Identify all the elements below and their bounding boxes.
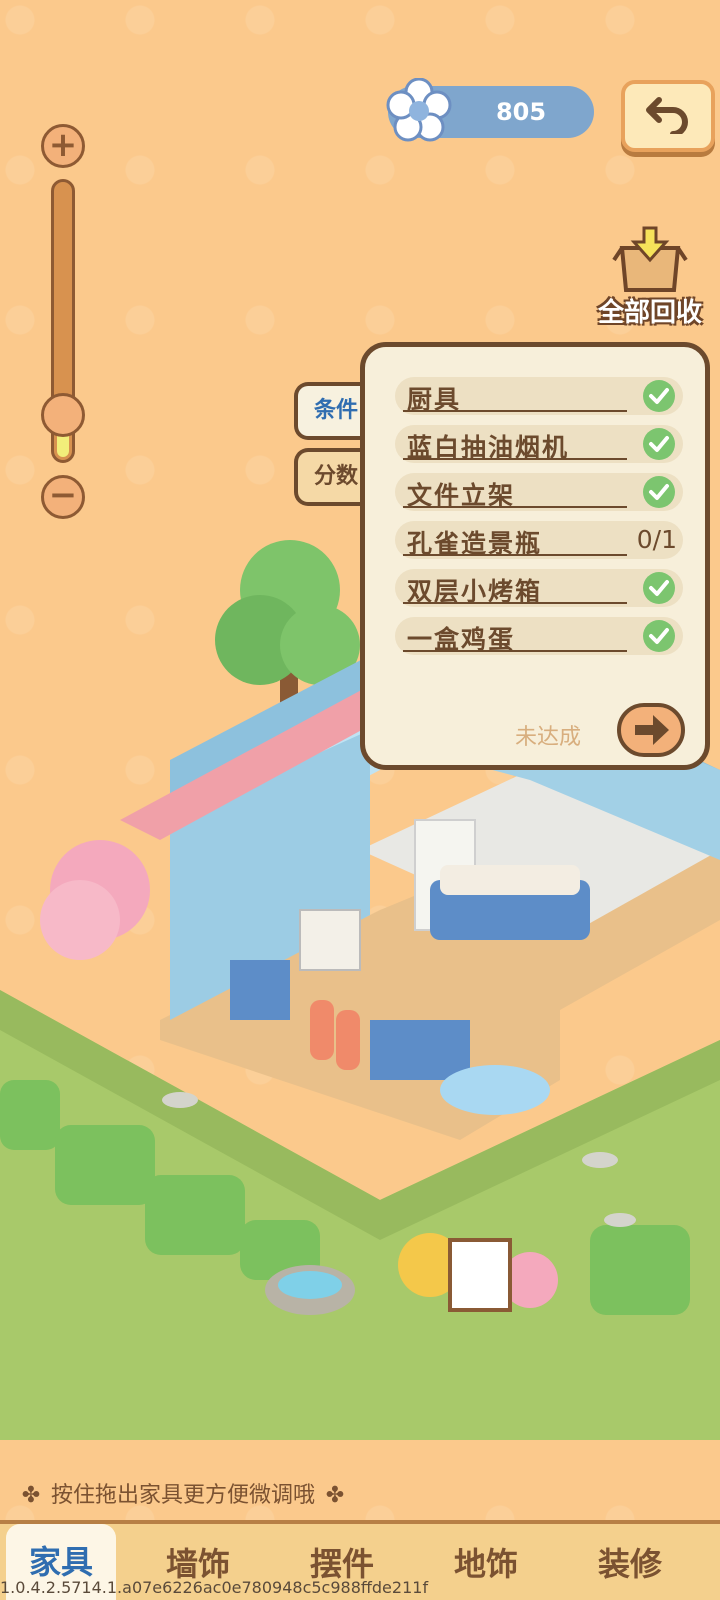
flower-icon bbox=[386, 77, 452, 144]
flower-icon: ✤ bbox=[325, 1483, 345, 1508]
check-icon bbox=[643, 380, 675, 412]
check-icon bbox=[643, 428, 675, 460]
tab-floor-decor[interactable]: 地饰 bbox=[431, 1532, 541, 1596]
zoom-slider-knob[interactable] bbox=[41, 393, 85, 437]
condition-progress: 0/1 bbox=[636, 525, 677, 554]
condition-row: 文件立架 bbox=[395, 473, 683, 511]
panel-status: 未达成 bbox=[515, 725, 582, 750]
zoom-in-button[interactable]: + bbox=[41, 124, 85, 168]
box-arrow-icon bbox=[612, 226, 688, 292]
condition-row: 厨具 bbox=[395, 377, 683, 415]
condition-row: 一盒鸡蛋 bbox=[395, 617, 683, 655]
check-icon bbox=[643, 620, 675, 652]
next-button[interactable] bbox=[617, 703, 685, 757]
condition-row: 蓝白抽油烟机 bbox=[395, 425, 683, 463]
check-icon bbox=[643, 476, 675, 508]
hint-text: 按住拖出家具更方便微调哦 bbox=[51, 1483, 316, 1508]
hint-bar: ✤ 按住拖出家具更方便微调哦 ✤ bbox=[18, 1478, 348, 1514]
flower-icon: ✤ bbox=[21, 1483, 41, 1508]
recycle-all-label: 全部回收 bbox=[597, 298, 702, 328]
conditions-list[interactable]: 厨具 蓝白抽油烟机 文件立架 孔雀造景瓶 0/1 双层小烤箱 一盒鸡蛋 bbox=[395, 377, 683, 707]
arrow-right-icon bbox=[635, 715, 669, 745]
zoom-out-button[interactable]: − bbox=[41, 475, 85, 519]
condition-row: 孔雀造景瓶 0/1 bbox=[395, 521, 683, 559]
conditions-panel: 厨具 蓝白抽油烟机 文件立架 孔雀造景瓶 0/1 双层小烤箱 一盒鸡蛋 未达成 bbox=[360, 342, 710, 770]
undo-arrow-icon bbox=[646, 97, 688, 134]
flower-currency-value: 805 bbox=[495, 98, 547, 126]
undo-button[interactable] bbox=[621, 80, 715, 152]
tab-renovation[interactable]: 装修 bbox=[575, 1532, 685, 1596]
check-icon bbox=[643, 572, 675, 604]
condition-row: 双层小烤箱 bbox=[395, 569, 683, 607]
version-text: 1.0.4.2.5714.1.a07e6226ac0e780948c5c988f… bbox=[0, 1578, 429, 1597]
recycle-all-button[interactable]: 全部回收 bbox=[590, 226, 710, 328]
